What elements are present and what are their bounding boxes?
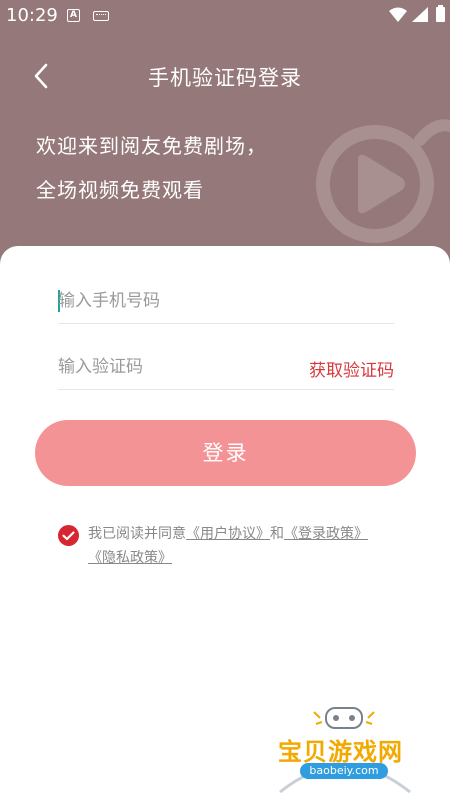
login-policy-link[interactable]: 《登录政策》 [284,526,368,542]
page-title: 手机验证码登录 [148,66,302,90]
verification-code-input[interactable] [58,346,288,388]
privacy-policy-link[interactable]: 《隐私政策》 [88,550,172,566]
checkmark-icon [62,531,75,541]
agreement-checkbox[interactable] [58,525,79,546]
phone-field[interactable] [58,280,394,324]
signal-icon [412,7,428,22]
user-agreement-link[interactable]: 《用户协议》 [186,526,270,542]
welcome-line-1: 欢迎来到阅友免费剧场， [36,134,267,158]
notification-a-icon: A [67,9,80,22]
welcome-line-2: 全场视频免费观看 [36,178,204,202]
phone-input[interactable] [58,280,394,322]
code-field[interactable]: 获取验证码 [58,346,394,390]
login-button[interactable]: 登录 [35,420,416,486]
keyboard-icon [93,11,109,21]
watermark-text: 宝贝游戏网 [278,738,403,766]
agreement-text: 我已阅读并同意《用户协议》和《登录政策》《隐私政策》 [88,522,408,570]
agreement-prefix: 我已阅读并同意 [88,526,186,542]
play-logo-icon [316,119,450,243]
watermark-url: baobeiy.com [300,763,388,779]
get-code-button[interactable]: 获取验证码 [309,356,394,381]
status-bar: 10:29 A [0,0,450,32]
wifi-icon [389,7,407,22]
agreement-and: 和 [270,526,284,542]
status-time: 10:29 [6,5,58,26]
battery-icon [436,5,445,22]
header: 10:29 A 手机验证码登录 欢迎来到阅友免费剧场， 全场视频免费观看 [0,0,450,280]
